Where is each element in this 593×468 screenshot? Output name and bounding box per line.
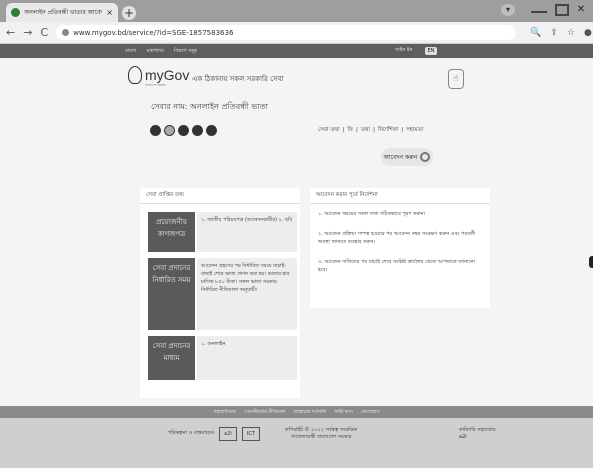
link-separator: | [373,127,376,133]
gov-strip-item[interactable]: বাংলা [125,48,137,56]
sign-in-link[interactable]: সাইন ইন [395,47,413,55]
copyright-line: গণপ্রজাতন্ত্রী বাংলাদেশ সরকার [290,434,352,440]
footer-link[interactable]: সহযোগিতায় [213,409,236,416]
service-link[interactable]: নির্দেশিকা [378,127,398,135]
step-dot [178,125,189,136]
language-toggle[interactable]: EN [424,47,438,55]
zoom-icon[interactable]: 🔍 [530,28,541,38]
footer-links: সহযোগিতায় গোপনীয়তার নীতিমালা ব্যবহারের… [0,406,593,418]
step-dot [206,125,217,136]
gov-top-strip: বাংলা মন্ত্রণালয় বিভাগ সমূহ সাইন ইন EN [0,44,593,58]
footer-partners: পরিকল্পনা ও বাস্তবায়নে a2i ICT [168,427,260,441]
favicon-icon [11,8,20,17]
step-dot [192,125,203,136]
instruction-paragraph: ৩. আবেদন দাখিলের পর যাচাই শেষে সংশ্লিষ্ট… [318,259,476,273]
footer-tech-support: কারিগরি সহায়তায় a2i [459,427,496,441]
partner-logo[interactable]: a2i [218,427,237,441]
footer-link[interactable]: সাইট ম্যাপ [334,409,353,416]
gov-strip-left: বাংলা মন্ত্রণালয় বিভাগ সমূহ [125,48,197,56]
info-label: সেবা প্রদানের নির্ধারিত সময় [148,258,195,330]
service-steps [150,125,217,136]
gov-strip-item[interactable]: মন্ত্রণালয় [147,48,164,56]
arrow-circle-icon [420,152,431,162]
footer-copyright: কপিরাইট © ২০২২ সর্বস্বত্ব সংরক্ষিত গণপ্র… [285,427,357,441]
panel-header: সেবা প্রাপ্তির তথ্য [146,192,185,198]
info-value: ১. অনলাইন [197,336,297,380]
instructions-panel: আবেদন করার পূর্বে নির্দেশনা ১. আবেদন ফরম… [310,188,490,308]
copyright-line: কপিরাইট © ২০২২ সর্বস্বত্ব সংরক্ষিত [285,427,358,433]
link-separator: | [342,127,345,133]
service-link[interactable]: সেবা তথ্য [318,127,340,135]
apply-button[interactable]: আবেদন করুন [381,148,433,166]
tab-search-icon[interactable]: ▾ [501,4,515,16]
apply-button-label: আবেদন করুন [383,153,418,161]
emblem-icon [128,66,142,84]
footer-link[interactable]: ব্যবহারের শর্তাবলি [294,409,327,416]
partner-logo[interactable]: ICT [241,427,260,441]
mygov-logo[interactable]: myGov বাংলাদেশ সরকার [128,66,190,87]
logo-subtext: বাংলাদেশ সরকার [145,83,166,87]
footer-link[interactable]: যোগাযোগ [361,409,380,416]
browser-tab[interactable]: অনলাইন প্রতিবন্ধী ভাতার আবেদন × [6,3,118,22]
service-link[interactable]: তথ্য [361,127,370,135]
gov-strip-item[interactable]: বিভাগ সমূহ [174,48,197,56]
service-title: সেবার নাম: অনলাইন প্রতিবন্ধী ভাতা [151,102,268,111]
link-separator: | [401,127,404,133]
accessibility-icon[interactable]: ☝ [448,69,464,89]
lock-icon [62,29,70,36]
tech-support-value: a2i [459,434,467,440]
site-footer: সহযোগিতায় গোপনীয়তার নীতিমালা ব্যবহারের… [0,406,593,468]
info-value: ১. জাতীয় পরিচয়পত্র (আবেদনকারীর) ২. ছবি [197,212,297,252]
close-window-button[interactable]: ✕ [573,4,589,16]
divider [140,203,300,204]
bookmark-star-icon[interactable]: ☆ [567,28,575,38]
logo-text: myGov [145,67,190,83]
instruction-paragraph: ১. আবেদন ফরমের সকল তথ্য সঠিকভাবে পূরণ কর… [318,211,426,217]
tab-title: অনলাইন প্রতিবন্ধী ভাতার আবেদন [24,9,103,16]
gov-strip-right: সাইন ইন EN [395,47,438,55]
scroll-indicator[interactable] [589,256,593,268]
brand-tagline: এক ঠিকানায় সকল সরকারি সেবা [192,75,284,83]
maximize-button[interactable] [555,4,569,16]
divider [310,203,490,204]
url-text: www.mygov.bd/service/?id=SGE-1857583636 [73,28,234,37]
service-links: সেবা তথ্য | ফি | তথ্য | নির্দেশিকা | সহায়তা [318,127,423,135]
share-icon[interactable]: ⇪ [550,28,558,38]
toolbar-icons: 🔍 ⇪ ☆ ● [530,28,592,38]
reload-icon[interactable]: C [40,26,48,39]
profile-icon[interactable]: ● [584,28,592,38]
minimize-button[interactable] [531,4,547,13]
tech-support-label: কারিগরি সহায়তায় [459,427,496,433]
service-info-panel: সেবা প্রাপ্তির তথ্য প্রয়োজনীয় কাগজপত্র… [140,188,300,398]
partners-label: পরিকল্পনা ও বাস্তবায়নে [168,430,214,436]
info-label: প্রয়োজনীয় কাগজপত্র [148,212,195,252]
browser-tab-bar: অনলাইন প্রতিবন্ধী ভাতার আবেদন × + ▾ ✕ [0,0,593,22]
forward-icon[interactable]: → [23,26,32,39]
browser-toolbar: ← → C www.mygov.bd/service/?id=SGE-18575… [0,22,593,44]
service-link[interactable]: সহায়তা [406,127,423,135]
back-icon[interactable]: ← [6,26,15,39]
step-dot [150,125,161,136]
new-tab-button[interactable]: + [122,6,136,20]
brand-header: myGov বাংলাদেশ সরকার এক ঠিকানায় সকল সরক… [0,58,593,98]
link-separator: | [356,127,358,133]
step-dot [164,125,175,136]
footer-link[interactable]: গোপনীয়তার নীতিমালা [244,409,285,416]
instruction-paragraph: ২. আবেদন প্রক্রিয়া সম্পন্ন হওয়ার পর আব… [318,231,476,245]
address-bar[interactable]: www.mygov.bd/service/?id=SGE-1857583636 [56,25,517,40]
panel-header: আবেদন করার পূর্বে নির্দেশনা [316,192,378,198]
close-tab-icon[interactable]: × [106,8,113,17]
info-label: সেবা প্রদানের মাধ্যম [148,336,195,380]
info-value: আবেদন গ্রহণের পর নির্ধারিত সময়ে যাচাই-ব… [197,258,297,330]
service-link[interactable]: ফি [347,127,353,135]
